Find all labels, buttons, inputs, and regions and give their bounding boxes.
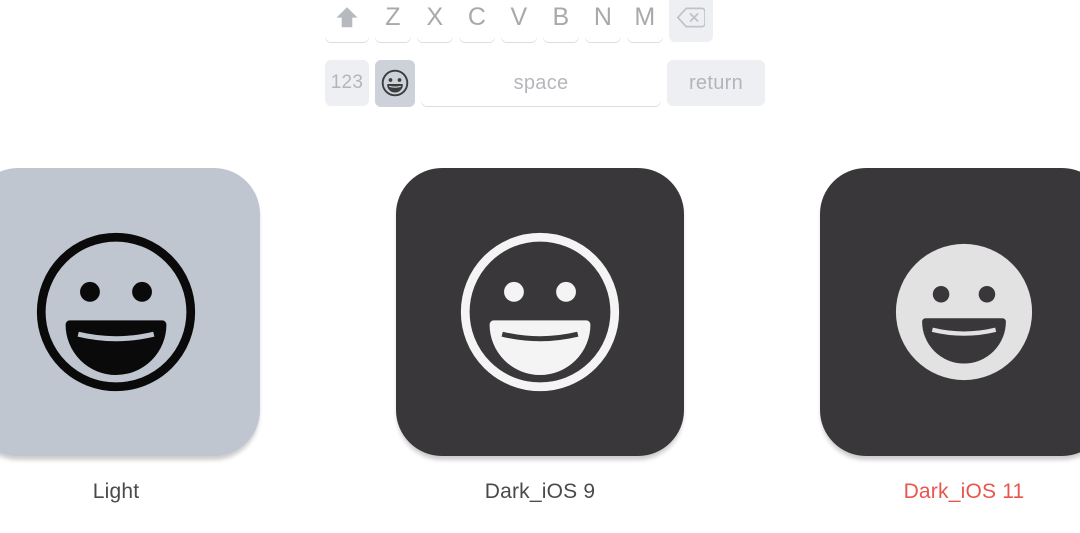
key-label: N xyxy=(593,2,613,31)
key-label: M xyxy=(634,2,656,31)
shift-arrow-icon xyxy=(336,6,358,27)
space-key[interactable]: space xyxy=(421,60,661,106)
key-label: return xyxy=(688,71,744,94)
dark-ios11-theme-tile[interactable]: Dark_iOS 11 xyxy=(820,168,1080,504)
tile-label: Dark_iOS 9 xyxy=(484,480,596,503)
tile-label: Dark_iOS 11 xyxy=(903,480,1025,503)
screenshot-root: Z X C V B N M 123 space return Light Dar… xyxy=(0,0,1080,533)
dark-ios9-theme-tile[interactable]: Dark_iOS 9 xyxy=(396,168,684,504)
smiley-face-icon xyxy=(895,243,1033,381)
key-m[interactable]: M xyxy=(627,0,663,42)
ios-keyboard: Z X C V B N M 123 space return xyxy=(325,0,765,112)
smiley-face-icon xyxy=(36,232,196,392)
shift-key[interactable] xyxy=(325,0,369,42)
smiley-face-icon xyxy=(381,69,409,97)
keyboard-letters-row: Z X C V B N M xyxy=(325,0,765,46)
light-theme-icon-tile[interactable] xyxy=(0,168,260,456)
smiley-face-icon xyxy=(460,232,620,392)
icon-theme-gallery: Light Dark_iOS 9 Dark_iOS 11 xyxy=(0,168,1080,504)
key-label: C xyxy=(467,2,487,31)
key-label: X xyxy=(426,2,444,31)
emoji-key[interactable] xyxy=(375,60,415,106)
key-label: B xyxy=(552,2,570,31)
key-n[interactable]: N xyxy=(585,0,621,42)
dark-ios9-icon-tile[interactable] xyxy=(396,168,684,456)
key-z[interactable]: Z xyxy=(375,0,411,42)
light-theme-tile[interactable]: Light xyxy=(0,168,260,504)
backspace-icon xyxy=(677,7,705,27)
key-x[interactable]: X xyxy=(417,0,453,42)
tile-label: Light xyxy=(92,480,140,503)
key-label: V xyxy=(510,2,528,31)
backspace-key[interactable] xyxy=(669,0,713,42)
key-v[interactable]: V xyxy=(501,0,537,42)
key-c[interactable]: C xyxy=(459,0,495,42)
key-b[interactable]: B xyxy=(543,0,579,42)
keyboard-bottom-row: 123 space return xyxy=(325,54,765,112)
key-label: 123 xyxy=(330,72,364,93)
return-key[interactable]: return xyxy=(667,60,765,106)
numbers-key[interactable]: 123 xyxy=(325,60,369,106)
key-label: space xyxy=(513,71,569,94)
key-label: Z xyxy=(385,2,401,31)
dark-ios11-icon-tile[interactable] xyxy=(820,168,1080,456)
